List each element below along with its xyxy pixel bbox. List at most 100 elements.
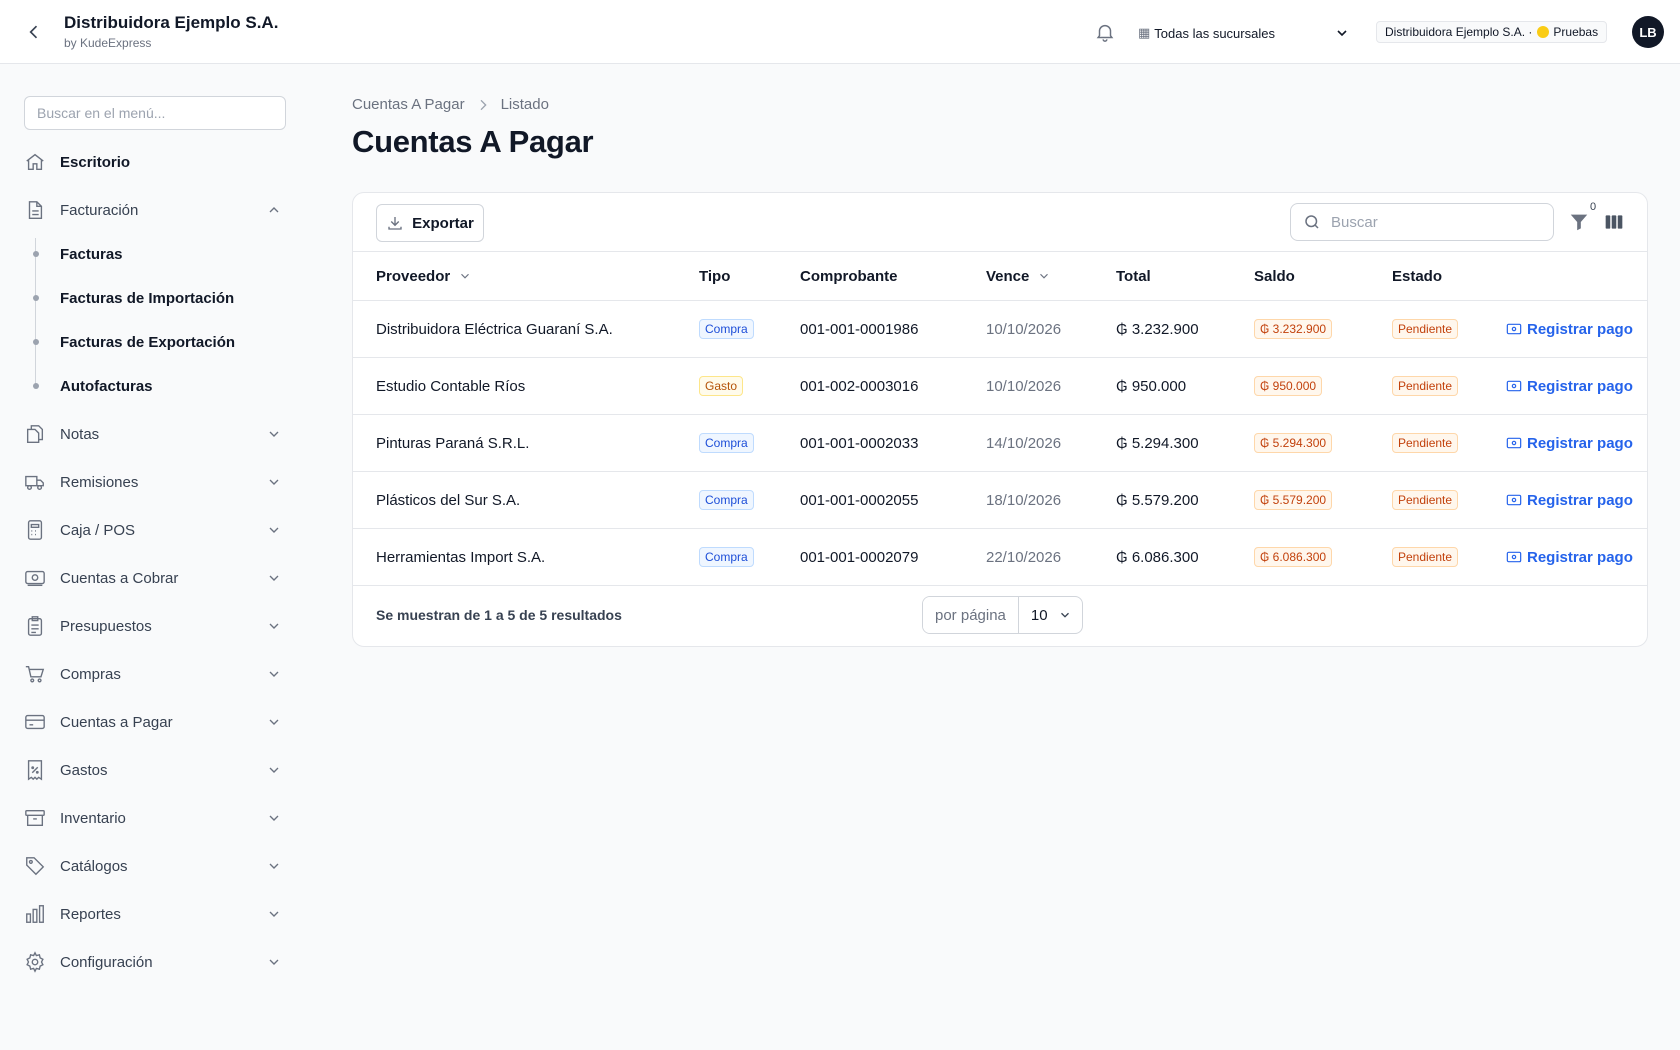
cell-proveedor: Distribuidora Eléctrica Guaraní S.A. — [376, 320, 613, 338]
column-header-label: Vence — [986, 267, 1030, 285]
back-button[interactable] — [22, 20, 46, 44]
cell-proveedor: Plásticos del Sur S.A. — [376, 491, 521, 509]
filter-icon — [1570, 214, 1588, 231]
avatar[interactable]: LB — [1632, 16, 1664, 48]
table-card: Exportar 0 Proveedor Tipo Comprobante Ve… — [352, 192, 1648, 647]
sidebar-subitem-label: Autofacturas — [60, 377, 153, 395]
chevron-down-icon — [269, 623, 279, 629]
sidebar-item-label: Gastos — [60, 761, 108, 779]
column-header-label: Total — [1116, 267, 1151, 285]
sidebar-item-reportes[interactable]: Reportes — [24, 898, 286, 930]
sidebar-subitem-facturas-importacion[interactable]: Facturas de Importación — [24, 284, 286, 312]
gear-icon — [26, 951, 44, 973]
cell-comprobante: 001-001-0001986 — [800, 320, 919, 338]
cell-total: ₲ 3.232.900 — [1116, 320, 1199, 338]
sidebar-item-notas[interactable]: Notas — [24, 418, 286, 450]
table-row: Distribuidora Eléctrica Guaraní S.A. Com… — [353, 301, 1647, 358]
sidebar-item-label: Facturación — [60, 201, 139, 219]
column-header-tipo: Tipo — [699, 252, 730, 300]
cell-vence: 10/10/2026 — [986, 320, 1062, 338]
sidebar-item-gastos[interactable]: Gastos — [24, 754, 286, 786]
cell-vence: 14/10/2026 — [986, 434, 1062, 452]
register-payment-label: Registrar pago — [1527, 320, 1633, 338]
document-icon — [28, 201, 43, 219]
cell-proveedor: Herramientas Import S.A. — [376, 548, 546, 566]
chevron-down-icon — [269, 575, 279, 581]
sidebar-subitem-facturas-exportacion[interactable]: Facturas de Exportación — [24, 328, 286, 356]
branch-selector[interactable]: ▦ Todas las sucursales — [1138, 22, 1350, 44]
table-row: Pinturas Paraná S.R.L. Compra 001-001-00… — [353, 415, 1647, 472]
sidebar-subitem-facturas[interactable]: Facturas — [24, 240, 286, 268]
saldo-tag: ₲ 3.232.900 — [1254, 319, 1333, 339]
top-bar: Distribuidora Ejemplo S.A. by KudeExpres… — [0, 0, 1680, 64]
tipo-tag: Compra — [699, 433, 754, 453]
sidebar-item-caja-pos[interactable]: Caja / POS — [24, 514, 286, 546]
sidebar-search-input[interactable] — [24, 96, 286, 130]
company-environment-badge[interactable]: Distribuidora Ejemplo S.A. · Pruebas — [1376, 21, 1608, 43]
calculator-icon — [27, 520, 43, 540]
chevron-down-icon — [1040, 273, 1049, 279]
bullet-icon — [33, 295, 39, 301]
chevron-down-icon — [269, 959, 279, 965]
chevron-down-icon — [269, 911, 279, 917]
bullet-icon — [33, 339, 39, 345]
column-header-proveedor[interactable]: Proveedor — [376, 252, 472, 300]
column-header-label: Tipo — [699, 267, 731, 285]
export-button[interactable]: Exportar — [376, 204, 484, 242]
columns-toggle-button[interactable] — [1604, 212, 1624, 232]
cash-icon — [1506, 323, 1522, 335]
table-row: Estudio Contable Ríos Gasto 001-002-0003… — [353, 358, 1647, 415]
sidebar-item-cuentas-cobrar[interactable]: Cuentas a Cobrar — [24, 562, 286, 594]
chevron-down-icon — [461, 273, 470, 279]
cell-total: ₲ 5.579.200 — [1116, 491, 1199, 509]
cell-total: ₲ 950.000 — [1116, 377, 1187, 395]
register-payment-link[interactable]: Registrar pago — [1506, 321, 1633, 338]
home-icon — [26, 153, 44, 171]
status-badge: Pendiente — [1392, 490, 1459, 510]
column-header-vence[interactable]: Vence — [986, 252, 1051, 300]
breadcrumb-parent-link[interactable]: Cuentas A Pagar — [352, 96, 465, 113]
register-payment-link[interactable]: Registrar pago — [1506, 492, 1633, 509]
register-payment-link[interactable]: Registrar pago — [1506, 378, 1633, 395]
chevron-down-icon — [1337, 30, 1347, 37]
environment-dot-icon — [1537, 26, 1550, 38]
sidebar-item-facturacion[interactable]: Facturación — [24, 194, 286, 226]
sidebar-item-configuracion[interactable]: Configuración — [24, 946, 286, 978]
sidebar: Escritorio Facturación Facturas Facturas… — [0, 64, 310, 1050]
tag-icon — [26, 857, 45, 876]
notifications-button[interactable] — [1094, 21, 1116, 43]
sidebar-item-label: Cuentas a Cobrar — [60, 569, 179, 587]
sidebar-subitem-autofacturas[interactable]: Autofacturas — [24, 372, 286, 400]
clipboard-icon — [27, 616, 43, 636]
register-payment-label: Registrar pago — [1527, 491, 1633, 509]
sidebar-subitem-label: Facturas — [60, 245, 123, 263]
sidebar-item-inventario[interactable]: Inventario — [24, 802, 286, 834]
sidebar-item-escritorio[interactable]: Escritorio — [24, 146, 286, 178]
register-payment-label: Registrar pago — [1527, 434, 1633, 452]
sidebar-item-presupuestos[interactable]: Presupuestos — [24, 610, 286, 642]
status-badge: Pendiente — [1392, 547, 1459, 567]
filter-button[interactable] — [1568, 211, 1590, 233]
sidebar-item-catalogos[interactable]: Catálogos — [24, 850, 286, 882]
cell-comprobante: 001-002-0003016 — [800, 377, 919, 395]
register-payment-link[interactable]: Registrar pago — [1506, 549, 1633, 566]
chevron-down-icon — [269, 815, 279, 821]
cell-comprobante: 001-001-0002055 — [800, 491, 919, 509]
sidebar-subitem-label: Facturas de Importación — [60, 289, 235, 307]
column-header-estado: Estado — [1392, 252, 1442, 300]
chevron-down-icon — [269, 527, 279, 533]
chevron-down-icon — [269, 767, 279, 773]
table-row: Plásticos del Sur S.A. Compra 001-001-00… — [353, 472, 1647, 529]
per-page-select[interactable]: 10 — [1019, 597, 1082, 633]
credit-card-icon — [25, 714, 45, 730]
sidebar-item-compras[interactable]: Compras — [24, 658, 286, 690]
export-button-label: Exportar — [412, 214, 474, 232]
sidebar-item-label: Caja / POS — [60, 521, 136, 539]
sidebar-item-label: Compras — [60, 665, 121, 683]
sidebar-item-remisiones[interactable]: Remisiones — [24, 466, 286, 498]
search-input[interactable] — [1331, 213, 1531, 231]
register-payment-link[interactable]: Registrar pago — [1506, 435, 1633, 452]
notes-icon — [26, 425, 44, 443]
sidebar-item-cuentas-pagar[interactable]: Cuentas a Pagar — [24, 706, 286, 738]
column-header-label: Estado — [1392, 267, 1443, 285]
